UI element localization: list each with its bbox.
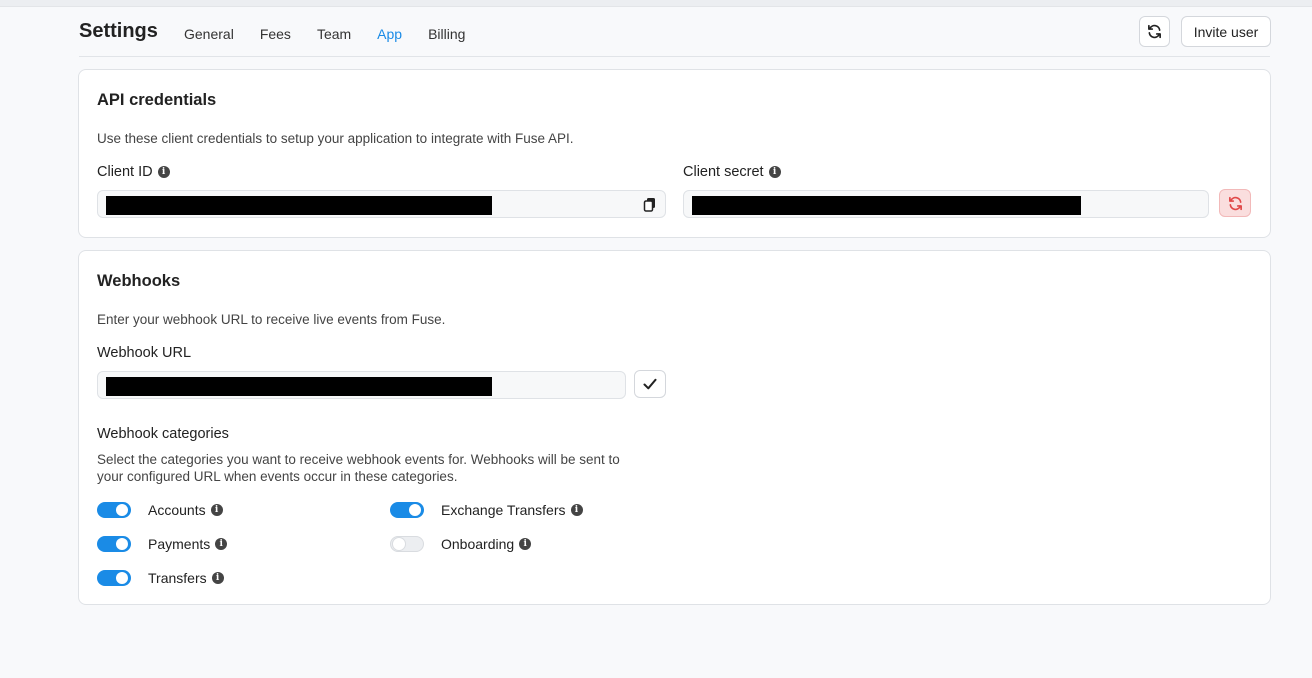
client-secret-label-text: Client secret bbox=[683, 164, 764, 180]
category-label: Payments bbox=[148, 536, 211, 552]
api-credentials-card: API credentials Use these client credent… bbox=[78, 69, 1271, 238]
refresh-icon bbox=[1228, 196, 1242, 210]
info-icon[interactable]: i bbox=[211, 572, 224, 584]
webhooks-description: Enter your webhook URL to receive live e… bbox=[97, 312, 446, 327]
info-icon[interactable]: i bbox=[157, 166, 170, 178]
category-onboarding: Onboarding i bbox=[390, 536, 532, 552]
category-label: Onboarding bbox=[441, 536, 515, 552]
tab-app[interactable]: App bbox=[377, 26, 402, 42]
webhooks-title: Webhooks bbox=[97, 272, 181, 290]
info-icon[interactable]: i bbox=[570, 504, 583, 516]
invite-user-button[interactable]: Invite user bbox=[1181, 16, 1271, 47]
webhook-categories-description: Select the categories you want to receiv… bbox=[97, 451, 620, 485]
webhook-url-input[interactable] bbox=[97, 371, 626, 399]
category-exchange-transfers: Exchange Transfers i bbox=[390, 502, 583, 518]
description-line: your configured URL when events occur in… bbox=[97, 469, 458, 484]
webhook-categories-title: Webhook categories bbox=[97, 426, 229, 442]
category-label: Accounts bbox=[148, 502, 206, 518]
category-payments: Payments i bbox=[97, 536, 228, 552]
client-id-label: Client ID i bbox=[97, 164, 170, 180]
settings-tabs: General Fees Team App Billing bbox=[184, 26, 465, 42]
client-secret-field[interactable] bbox=[683, 190, 1209, 218]
description-line: Select the categories you want to receiv… bbox=[97, 452, 620, 467]
save-webhook-button[interactable] bbox=[634, 370, 666, 398]
copy-icon[interactable] bbox=[643, 197, 657, 212]
tab-general[interactable]: General bbox=[184, 26, 234, 42]
onboarding-toggle[interactable] bbox=[390, 536, 424, 552]
info-icon[interactable]: i bbox=[519, 538, 532, 550]
api-credentials-title: API credentials bbox=[97, 91, 217, 109]
tab-fees[interactable]: Fees bbox=[260, 26, 291, 42]
tab-team[interactable]: Team bbox=[317, 26, 351, 42]
info-icon[interactable]: i bbox=[210, 504, 223, 516]
client-id-field[interactable] bbox=[97, 190, 666, 218]
category-label: Exchange Transfers bbox=[441, 502, 566, 518]
refresh-icon bbox=[1148, 24, 1161, 39]
exchange-transfers-toggle[interactable] bbox=[390, 502, 424, 518]
client-id-label-text: Client ID bbox=[97, 164, 153, 180]
check-icon bbox=[643, 378, 657, 390]
top-bar bbox=[0, 0, 1312, 7]
category-label: Transfers bbox=[148, 570, 207, 586]
page-title: Settings bbox=[79, 20, 158, 42]
client-secret-label: Client secret i bbox=[683, 164, 781, 180]
info-icon[interactable]: i bbox=[768, 166, 781, 178]
page-header: Settings General Fees Team App Billing I… bbox=[79, 16, 1271, 57]
category-accounts: Accounts i bbox=[97, 502, 223, 518]
webhooks-card: Webhooks Enter your webhook URL to recei… bbox=[78, 250, 1271, 605]
webhook-url-label: Webhook URL bbox=[97, 345, 191, 361]
payments-toggle[interactable] bbox=[97, 536, 131, 552]
info-icon[interactable]: i bbox=[215, 538, 228, 550]
regenerate-secret-button[interactable] bbox=[1219, 189, 1251, 217]
webhook-url-label-text: Webhook URL bbox=[97, 345, 192, 361]
tab-billing[interactable]: Billing bbox=[428, 26, 465, 42]
redacted-value bbox=[106, 377, 492, 396]
redacted-value bbox=[692, 196, 1081, 215]
api-credentials-description: Use these client credentials to setup yo… bbox=[97, 131, 574, 146]
accounts-toggle[interactable] bbox=[97, 502, 131, 518]
transfers-toggle[interactable] bbox=[97, 570, 131, 586]
category-transfers: Transfers i bbox=[97, 570, 224, 586]
refresh-button[interactable] bbox=[1139, 16, 1170, 47]
redacted-value bbox=[106, 196, 492, 215]
